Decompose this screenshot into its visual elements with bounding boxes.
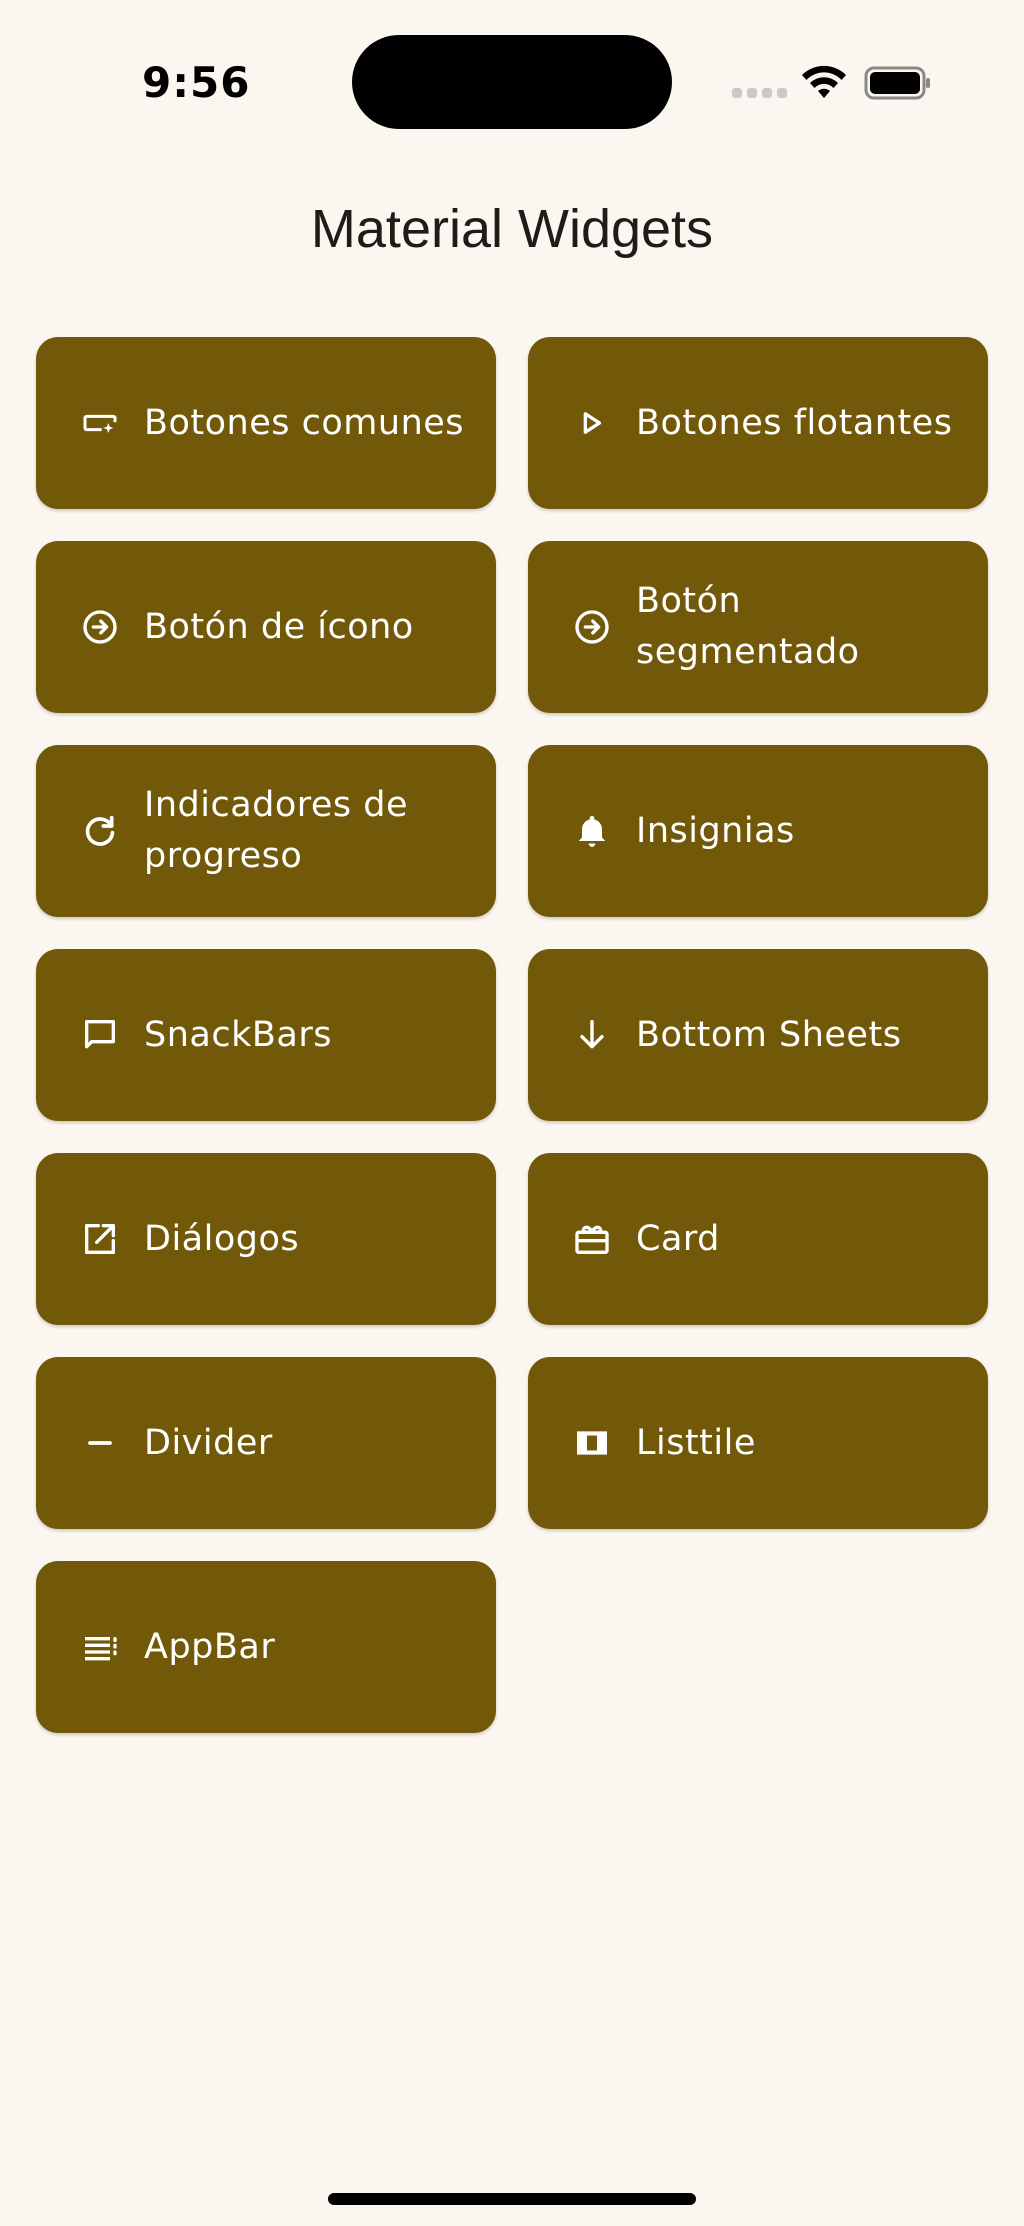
tile-snackbars[interactable]: SnackBars <box>36 949 496 1121</box>
tile-label: Botón segmentado <box>636 581 860 672</box>
refresh-icon <box>80 811 120 851</box>
play-arrow-icon <box>572 403 612 443</box>
tile-botones-comunes[interactable]: Botones comunes <box>36 337 496 509</box>
tile-listtile[interactable]: Listtile <box>528 1357 988 1529</box>
tile-label: Listtile <box>636 1422 756 1463</box>
tile-label: Divider <box>144 1422 273 1463</box>
bell-icon <box>572 811 612 851</box>
minus-icon <box>80 1423 120 1463</box>
tile-label: Diálogos <box>144 1218 300 1259</box>
page-title: Material Widgets <box>310 199 714 259</box>
home-indicator[interactable] <box>328 2193 696 2205</box>
battery-icon <box>864 66 930 100</box>
arrow-circle-right-icon <box>80 607 120 647</box>
tile-insignias[interactable]: Insignias <box>528 745 988 917</box>
tile-divider[interactable]: Divider <box>36 1357 496 1529</box>
card-giftcard-icon <box>572 1219 612 1259</box>
tile-indicadores-de-progreso[interactable]: Indicadores de progreso <box>36 745 496 917</box>
cellular-signal-icon <box>732 88 787 98</box>
screen: 9:56 Material Widgets Botones comunes Bo… <box>0 0 1024 2226</box>
view-column-icon <box>572 1423 612 1463</box>
tile-bottom-sheets[interactable]: Bottom Sheets <box>528 949 988 1121</box>
dynamic-island <box>352 35 672 129</box>
list-lines-icon <box>80 1627 120 1667</box>
tile-boton-de-icono[interactable]: Botón de ícono <box>36 541 496 713</box>
tile-botones-flotantes[interactable]: Botones flotantes <box>528 337 988 509</box>
arrow-down-icon <box>572 1015 612 1055</box>
chat-bubble-icon <box>80 1015 120 1055</box>
arrow-circle-right-icon <box>572 607 612 647</box>
tile-label: AppBar <box>144 1626 276 1667</box>
tile-label: Botón de ícono <box>144 606 414 647</box>
tile-label: Card <box>636 1218 720 1259</box>
smart-button-icon <box>80 403 120 443</box>
tile-label: Insignias <box>636 810 795 851</box>
wifi-icon <box>802 65 846 98</box>
tile-label: Botones comunes <box>144 402 465 443</box>
tile-label: Botones flotantes <box>636 402 953 443</box>
tile-appbar[interactable]: AppBar <box>36 1561 496 1733</box>
tile-label: Bottom Sheets <box>636 1014 902 1055</box>
tile-label: SnackBars <box>144 1014 332 1055</box>
tile-dialogos[interactable]: Diálogos <box>36 1153 496 1325</box>
open-in-new-icon <box>80 1219 120 1259</box>
status-time: 9:56 <box>142 58 251 107</box>
tile-card[interactable]: Card <box>528 1153 988 1325</box>
tile-label: Indicadores de progreso <box>144 785 409 876</box>
tile-boton-segmentado[interactable]: Botón segmentado <box>528 541 988 713</box>
